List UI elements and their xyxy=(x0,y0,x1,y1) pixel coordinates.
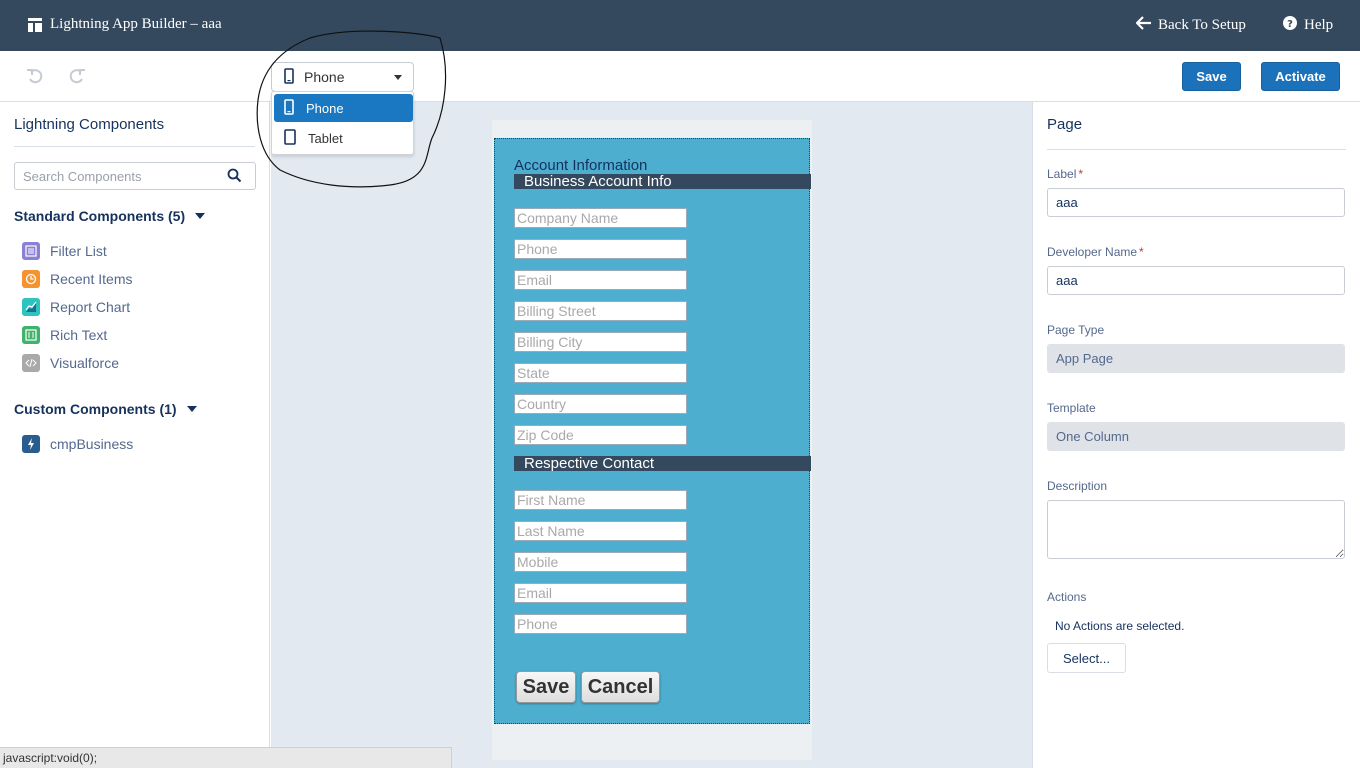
save-button[interactable]: Save xyxy=(1182,62,1241,91)
layout-icon xyxy=(28,17,42,32)
browser-status-bar: javascript:void(0); xyxy=(0,747,452,768)
custom-components-header[interactable]: Custom Components (1) xyxy=(14,401,197,417)
divider xyxy=(14,146,255,147)
panel-title: Page xyxy=(1047,116,1083,133)
account-info-heading: Account Information xyxy=(514,157,648,174)
section-title: Standard Components (5) xyxy=(14,208,186,224)
toolbar: Phone Save Activate xyxy=(0,51,1360,102)
svg-text:?: ? xyxy=(1287,19,1293,30)
builder-canvas: Account Information Business Account Inf… xyxy=(271,102,1032,768)
phone-icon xyxy=(284,67,294,87)
help-link[interactable]: ? Help xyxy=(1283,16,1333,35)
search-components-input[interactable] xyxy=(14,162,256,190)
clock-icon xyxy=(22,270,40,288)
components-panel: Lightning Components Standard Components… xyxy=(0,102,270,768)
question-icon: ? xyxy=(1283,16,1297,35)
menu-item-phone[interactable]: Phone xyxy=(274,94,413,122)
mobile-field[interactable] xyxy=(514,552,687,572)
state-field[interactable] xyxy=(514,363,687,383)
page-type-label: Page Type xyxy=(1047,323,1105,337)
business-account-band: Business Account Info xyxy=(514,174,811,189)
component-label: Recent Items xyxy=(50,271,133,287)
billing-city-field[interactable] xyxy=(514,332,687,352)
component-label: Report Chart xyxy=(50,299,131,315)
activate-button[interactable]: Activate xyxy=(1261,62,1340,91)
email-field[interactable] xyxy=(514,270,687,290)
component-recent-items[interactable]: Recent Items xyxy=(22,269,132,289)
no-actions-text: No Actions are selected. xyxy=(1055,619,1185,633)
device-select[interactable]: Phone xyxy=(271,62,414,92)
form-save-button[interactable]: Save xyxy=(516,671,576,703)
template-label: Template xyxy=(1047,401,1096,415)
actions-label: Actions xyxy=(1047,590,1087,604)
chart-icon xyxy=(22,298,40,316)
tablet-icon xyxy=(284,128,296,148)
undo-icon[interactable] xyxy=(26,67,46,87)
template-value: One Column xyxy=(1047,422,1345,451)
properties-panel: Page Label * aaa Developer Name * aaa Page… xyxy=(1032,102,1360,768)
component-report-chart[interactable]: Report Chart xyxy=(22,297,130,317)
triangle-down-icon xyxy=(186,406,197,412)
app-header: Lightning App Builder – aaa Back To Setu… xyxy=(0,0,1360,51)
arrow-left-icon xyxy=(1135,16,1152,35)
device-select-value: Phone xyxy=(304,69,345,85)
contact-email-field[interactable] xyxy=(514,583,687,603)
first-name-field[interactable] xyxy=(514,490,687,510)
cmpbusiness-component[interactable]: Account Information Business Account Inf… xyxy=(494,138,811,724)
app-title: Lightning App Builder – aaa xyxy=(28,16,222,33)
code-icon xyxy=(22,354,40,372)
redo-icon[interactable] xyxy=(68,67,88,87)
lightning-bolt-icon xyxy=(22,435,40,453)
label-input[interactable]: aaa xyxy=(1047,188,1345,217)
phone-field[interactable] xyxy=(514,239,687,259)
developer-name-label: Developer Name * xyxy=(1047,245,1144,259)
search-icon[interactable] xyxy=(227,168,242,186)
select-actions-button[interactable]: Select... xyxy=(1047,643,1126,673)
device-menu: Phone Tablet xyxy=(271,91,414,155)
app-title-text: Lightning App Builder – aaa xyxy=(50,16,222,32)
component-cmpbusiness[interactable]: cmpBusiness xyxy=(22,434,133,454)
developer-name-input[interactable]: aaa xyxy=(1047,266,1345,295)
filter-list-icon xyxy=(22,242,40,260)
standard-components-header[interactable]: Standard Components (5) xyxy=(14,208,206,224)
component-label: Visualforce xyxy=(50,355,120,371)
description-label: Description xyxy=(1047,479,1108,493)
component-filter-list[interactable]: Filter List xyxy=(22,241,107,261)
component-visualforce[interactable]: Visualforce xyxy=(22,353,119,373)
company-name-field[interactable] xyxy=(514,208,687,228)
form-cancel-button[interactable]: Cancel xyxy=(581,671,660,703)
help-label: Help xyxy=(1304,17,1334,33)
component-label: cmpBusiness xyxy=(50,436,134,452)
page-type-value: App Page xyxy=(1047,344,1345,373)
section-title: Custom Components (1) xyxy=(14,401,177,417)
rich-text-icon xyxy=(22,326,40,344)
menu-item-label: Tablet xyxy=(308,130,343,146)
contact-phone-field[interactable] xyxy=(514,614,687,634)
label-field-label: Label * xyxy=(1047,167,1084,181)
component-rich-text[interactable]: Rich Text xyxy=(22,325,107,345)
respective-contact-band: Respective Contact xyxy=(514,456,811,471)
divider xyxy=(1047,149,1346,150)
menu-item-label: Phone xyxy=(306,100,344,116)
panel-title: Lightning Components xyxy=(14,116,165,133)
triangle-down-icon xyxy=(195,213,206,219)
back-to-setup-link[interactable]: Back To Setup xyxy=(1135,16,1246,35)
last-name-field[interactable] xyxy=(514,521,687,541)
back-to-setup-label: Back To Setup xyxy=(1158,17,1246,33)
menu-item-tablet[interactable]: Tablet xyxy=(274,124,413,152)
chevron-down-icon xyxy=(394,75,402,80)
description-textarea[interactable] xyxy=(1047,500,1345,559)
zip-code-field[interactable] xyxy=(514,425,687,445)
phone-icon xyxy=(284,98,294,118)
component-label: Filter List xyxy=(50,243,107,259)
country-field[interactable] xyxy=(514,394,687,414)
billing-street-field[interactable] xyxy=(514,301,687,321)
component-label: Rich Text xyxy=(50,327,108,343)
phone-preview-frame: Account Information Business Account Inf… xyxy=(492,120,812,760)
